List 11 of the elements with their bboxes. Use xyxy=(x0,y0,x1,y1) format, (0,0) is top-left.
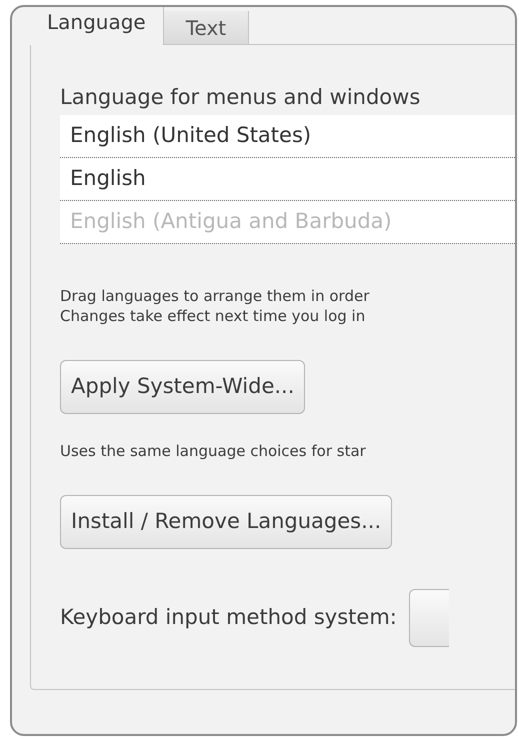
language-item[interactable]: English (United States) xyxy=(60,115,515,158)
hint-text: Changes take effect next time you log in xyxy=(60,306,366,326)
language-item[interactable]: English xyxy=(60,158,515,201)
tab[interactable]: Text xyxy=(164,11,250,45)
section-heading: Language for menus and windows xyxy=(60,84,420,111)
input-method-dropdown[interactable] xyxy=(408,588,449,646)
install-remove-languages-button[interactable]: Install / Remove Languages... xyxy=(60,494,392,548)
apply-system-wide-button[interactable]: Apply System-Wide... xyxy=(60,360,306,414)
keyboard-label: Keyboard input method system: xyxy=(60,604,397,631)
apply-note: Uses the same language choices for star xyxy=(60,441,366,462)
hint-text: Drag languages to arrange them in order xyxy=(60,286,370,306)
